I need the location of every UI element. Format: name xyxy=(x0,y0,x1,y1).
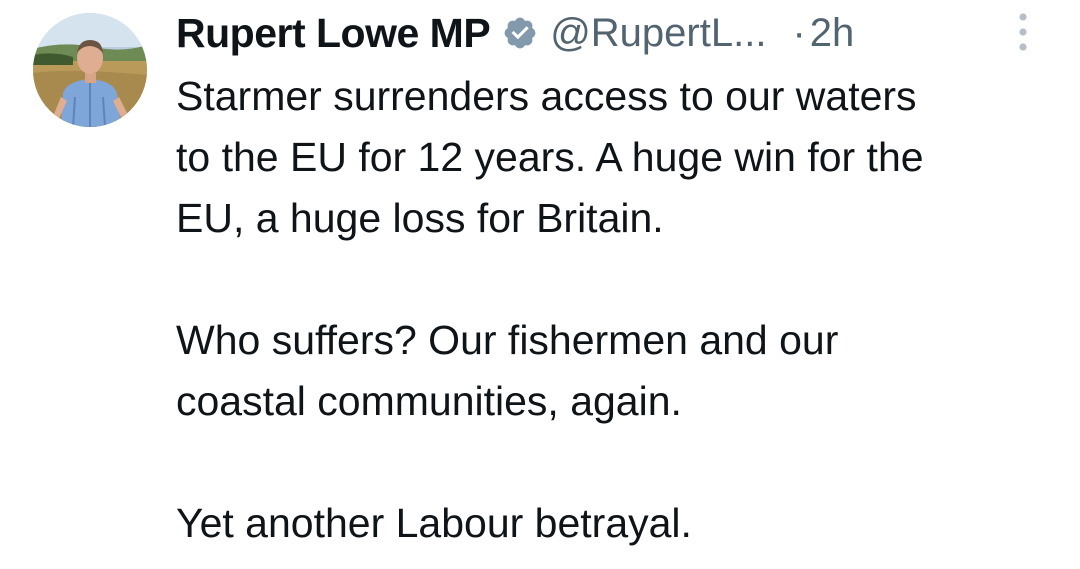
tweet-text-line: Yet another Labour betrayal. xyxy=(176,500,692,546)
tweet-paragraph: Yet another Labour betrayal. xyxy=(176,493,1056,554)
header-separator: · xyxy=(792,10,806,55)
tweet-text-line: EU, a huge loss for Britain. xyxy=(176,195,664,241)
tweet-paragraph: Who suffers? Our fishermen and our coast… xyxy=(176,310,1056,432)
tweet-paragraph: Starmer surrenders access to our waters … xyxy=(176,66,1056,249)
avatar[interactable] xyxy=(33,13,147,127)
tweet-text-line: Starmer surrenders access to our waters xyxy=(176,73,917,119)
tweet-text-line: to the EU for 12 years. A huge win for t… xyxy=(176,134,924,180)
tweet-text: Starmer surrenders access to our waters … xyxy=(176,66,1056,554)
tweet-text-line: coastal communities, again. xyxy=(176,378,682,424)
more-options-icon[interactable] xyxy=(1010,10,1036,54)
tweet-text-line: Who suffers? Our fishermen and our xyxy=(176,317,839,363)
verified-badge-icon[interactable] xyxy=(502,15,538,51)
author-display-name[interactable]: Rupert Lowe MP xyxy=(176,10,491,57)
avatar-photo xyxy=(33,13,147,127)
tweet-header: Rupert Lowe MP @RupertL... · 2h xyxy=(176,7,1036,59)
tweet[interactable]: Rupert Lowe MP @RupertL... · 2h Starmer … xyxy=(0,0,1080,569)
author-handle[interactable]: @RupertL... xyxy=(550,11,766,56)
tweet-timestamp[interactable]: 2h xyxy=(810,11,855,56)
